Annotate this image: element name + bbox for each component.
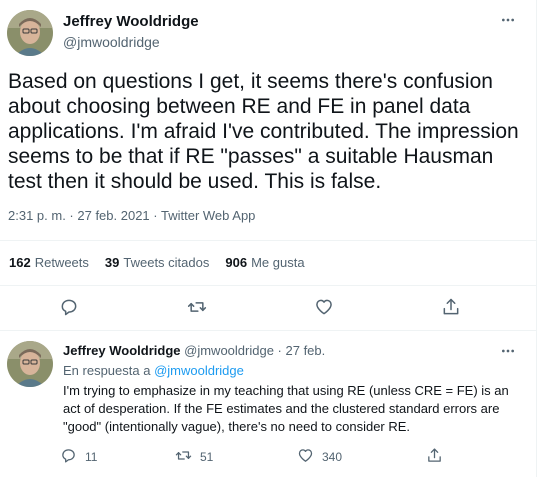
reply-date[interactable]: 27 feb. [286,343,326,358]
avatar[interactable] [7,341,53,387]
meta-separator: · [65,208,78,223]
like-count: 340 [322,450,343,464]
tweet-source: Twitter Web App [161,208,256,223]
in-reply-to: En respuesta a @jmwooldridge [63,362,244,380]
divider [0,240,537,241]
reply-dot: · [273,343,286,358]
retweets-label: Retweets [34,255,89,270]
divider [0,330,537,331]
likes-stat[interactable]: 906 Me gusta [225,255,304,270]
meta-separator: · [149,208,161,223]
likes-count: 906 [225,255,248,270]
author-name[interactable]: Jeffrey Wooldridge [63,13,199,31]
tweet-thread: Jeffrey Wooldridge @jmwooldridge Based o… [0,0,537,477]
tweet-text: Based on questions I get, it seems there… [8,70,519,193]
tweet-actions [0,290,537,330]
reply-share-button[interactable] [426,444,443,470]
likes-label: Me gusta [251,255,305,270]
more-horizontal-icon [500,12,516,33]
author-handle[interactable]: @jmwooldridge [63,33,160,51]
reply-actions: 11 51 340 [60,444,500,470]
retweet-icon [175,447,192,467]
retweets-count: 162 [9,255,31,270]
quotes-label: Tweets citados [123,255,210,270]
more-horizontal-icon [500,343,516,364]
quotes-stat[interactable]: 39 Tweets citados [105,255,209,270]
retweets-stat[interactable]: 162 Retweets [9,255,89,270]
reply-reply-button[interactable]: 11 [60,444,97,470]
heart-icon [297,447,314,467]
share-icon [441,297,461,322]
heart-icon [314,297,334,322]
tweet-stats: 162 Retweets 39 Tweets citados 906 Me gusta [9,255,305,270]
reply-more-options-button[interactable] [496,343,520,363]
reply-author-handle[interactable]: @jmwooldridge [184,343,274,358]
tweet-metadata: 2:31 p. m. · 27 feb. 2021 · Twitter Web … [8,207,255,225]
like-button[interactable] [307,292,341,326]
reply-author-name[interactable]: Jeffrey Wooldridge [63,343,181,358]
reply-retweet-button[interactable]: 51 [175,444,213,470]
share-button[interactable] [434,292,468,326]
comment-icon [59,297,79,322]
in-reply-label: En respuesta a [63,363,155,378]
reply-text: I'm trying to emphasize in my teaching t… [63,383,509,434]
more-options-button[interactable] [496,12,520,32]
reply-like-button[interactable]: 340 [297,444,342,470]
tweet-date[interactable]: 27 feb. 2021 [77,208,149,223]
reply-button[interactable] [52,292,86,326]
reply-count: 11 [85,450,98,464]
retweet-icon [187,297,207,322]
reply-header: Jeffrey Wooldridge @jmwooldridge · 27 fe… [63,342,325,360]
share-icon [426,447,443,467]
retweet-count: 51 [200,450,214,464]
avatar[interactable] [7,10,53,56]
tweet-time[interactable]: 2:31 p. m. [8,208,66,223]
divider [0,285,537,286]
retweet-button[interactable] [180,292,214,326]
in-reply-handle[interactable]: @jmwooldridge [154,363,244,378]
comment-icon [60,447,77,467]
quotes-count: 39 [104,255,120,270]
